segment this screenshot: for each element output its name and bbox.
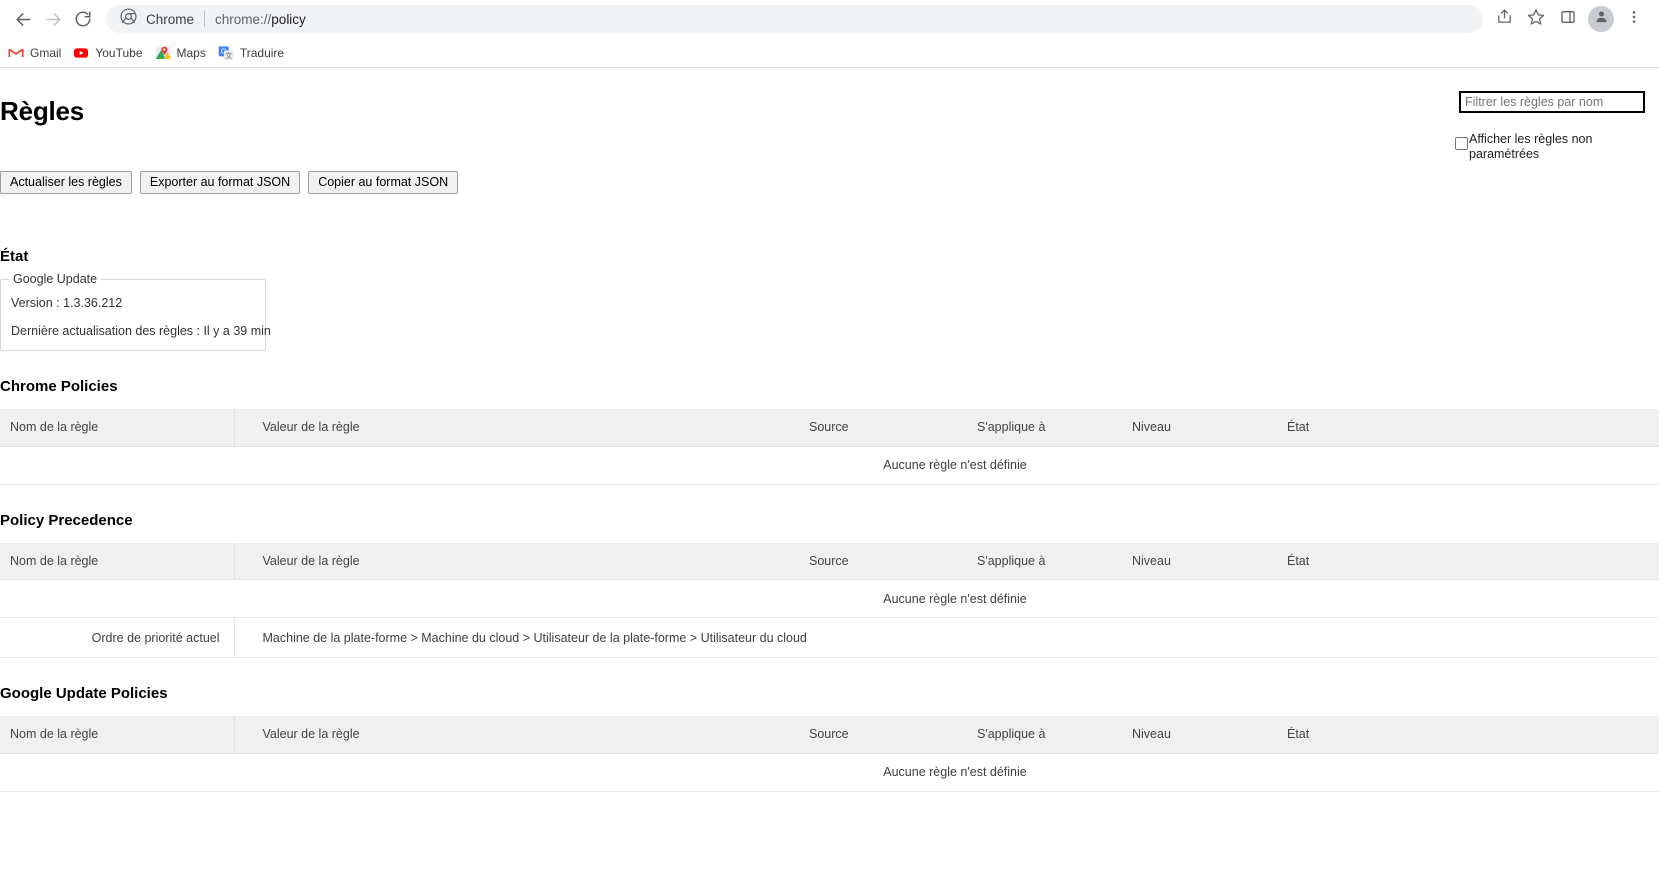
section-heading-policy-precedence: Policy Precedence [0,511,133,529]
forward-button[interactable] [38,4,68,34]
chrome-menu-button[interactable] [1619,4,1649,34]
header-level: Niveau [1122,542,1277,580]
header-source: Source [799,409,967,447]
bookmark-label: Traduire [239,45,285,60]
reload-icon [74,10,92,28]
chrome-logo-icon [120,8,137,30]
back-button[interactable] [8,4,38,34]
bookmark-gmail[interactable]: Gmail [4,41,69,65]
profile-avatar-icon [1594,9,1609,29]
google-maps-icon [155,45,171,61]
header-policy-name: Nom de la règle [0,409,234,447]
policy-actions-row: Actualiser les règles Exporter au format… [0,171,1659,194]
header-policy-value: Valeur de la règle [233,409,799,447]
filter-policies-input[interactable] [1463,94,1641,110]
policy-precedence-table: Nom de la règle Valeur de la règle Sourc… [0,542,1659,658]
google-update-policies-table: Nom de la règle Valeur de la règle Sourc… [0,716,1659,792]
header-applies-to: S'applique à [967,716,1122,754]
three-dot-menu-icon [1626,9,1642,30]
svg-text:文: 文 [225,51,232,60]
table-body: Aucune règle n'est définie Ordre de prio… [0,579,1659,658]
browser-toolbar: Chrome chrome://policy [0,0,1659,38]
empty-state-message: Aucune règle n'est définie [0,753,1659,792]
section-heading-google-update-policies: Google Update Policies [0,685,168,702]
status-section-heading: État [0,248,29,265]
export-json-button[interactable]: Exporter au format JSON [139,171,301,194]
table-header-row: Nom de la règle Valeur de la règle Sourc… [0,542,1659,580]
show-unset-label: Afficher les règles non paramétrées [1469,132,1593,161]
share-button[interactable] [1489,4,1519,34]
google-translate-icon: G 文 [218,45,234,61]
chrome-policies-table: Nom de la règle Valeur de la règle Sourc… [0,409,1659,485]
header-level: Niveau [1122,716,1277,754]
header-source: Source [799,542,967,580]
page-title: Règles [0,96,85,126]
header-status: État [1277,542,1659,580]
bookmarks-bar: Gmail YouTube Maps G 文 Traduire [0,38,1659,68]
show-unset-checkbox[interactable] [1455,137,1468,150]
toolbar-actions [1489,4,1651,34]
table-header: Nom de la règle Valeur de la règle Sourc… [0,409,1659,447]
back-arrow-icon [14,10,33,29]
profile-button[interactable] [1588,6,1614,32]
side-panel-icon [1560,9,1576,30]
policy-page: Règles Afficher les règles non paramétré… [0,68,1659,891]
bookmark-label: YouTube [95,45,143,60]
table-row: Aucune règle n'est définie [0,446,1659,485]
precedence-label: Ordre de priorité actuel [0,617,234,658]
bookmark-label: Maps [176,45,206,60]
status-box-legend: Google Update [9,272,102,286]
omnibox-chrome-label: Chrome [146,11,195,27]
table-body: Aucune règle n'est définie [0,753,1659,792]
header-level: Niveau [1122,409,1277,447]
table-row: Aucune règle n'est définie [0,753,1659,792]
empty-state-message: Aucune règle n'est définie [0,579,1659,618]
header-policy-value: Valeur de la règle [233,716,799,754]
status-box-google-update: Google Update Version : 1.3.36.212 Derni… [0,272,271,351]
url-path: policy [271,11,306,27]
header-applies-to: S'applique à [967,542,1122,580]
bookmark-button[interactable] [1521,4,1551,34]
precedence-value: Machine de la plate-forme > Machine du c… [233,617,1659,658]
table-header: Nom de la règle Valeur de la règle Sourc… [0,542,1659,580]
star-icon [1527,8,1545,31]
show-unset-policies-toggle[interactable]: Afficher les règles non paramétrées [1455,130,1645,161]
omnibox[interactable]: Chrome chrome://policy [106,5,1483,33]
table-row-precedence-order: Ordre de priorité actuel Machine de la p… [0,617,1659,658]
table-header-row: Nom de la règle Valeur de la règle Sourc… [0,716,1659,754]
side-panel-button[interactable] [1553,4,1583,34]
empty-state-message: Aucune règle n'est définie [0,446,1659,485]
forward-arrow-icon [44,10,63,29]
status-last-refresh: Dernière actualisation des règles : Il y… [11,324,271,338]
bookmark-youtube[interactable]: YouTube [69,41,150,65]
filter-policies-field[interactable] [1459,91,1645,113]
header-policy-value: Valeur de la règle [233,542,799,580]
header-source: Source [799,716,967,754]
share-icon [1496,8,1513,30]
table-header-row: Nom de la règle Valeur de la règle Sourc… [0,409,1659,447]
section-heading-chrome-policies: Chrome Policies [0,378,118,395]
bookmark-maps[interactable]: Maps [151,41,214,65]
reload-policies-button[interactable]: Actualiser les règles [0,171,132,194]
youtube-icon [73,45,89,61]
bookmark-traduire[interactable]: G 文 Traduire [214,41,292,65]
url-scheme: chrome:// [215,11,272,27]
header-status: État [1277,409,1659,447]
omnibox-separator [204,11,206,27]
header-status: État [1277,716,1659,754]
gmail-icon [8,45,24,61]
table-header: Nom de la règle Valeur de la règle Sourc… [0,716,1659,754]
bookmark-label: Gmail [30,45,62,60]
header-policy-name: Nom de la règle [0,542,234,580]
status-version: Version : 1.3.36.212 [11,296,123,310]
header-applies-to: S'applique à [967,409,1122,447]
reload-button[interactable] [68,4,98,34]
table-row: Aucune règle n'est définie [0,579,1659,618]
copy-json-button[interactable]: Copier au format JSON [308,171,459,194]
omnibox-url: chrome://policy [215,12,306,27]
table-body: Aucune règle n'est définie [0,446,1659,485]
header-policy-name: Nom de la règle [0,716,234,754]
